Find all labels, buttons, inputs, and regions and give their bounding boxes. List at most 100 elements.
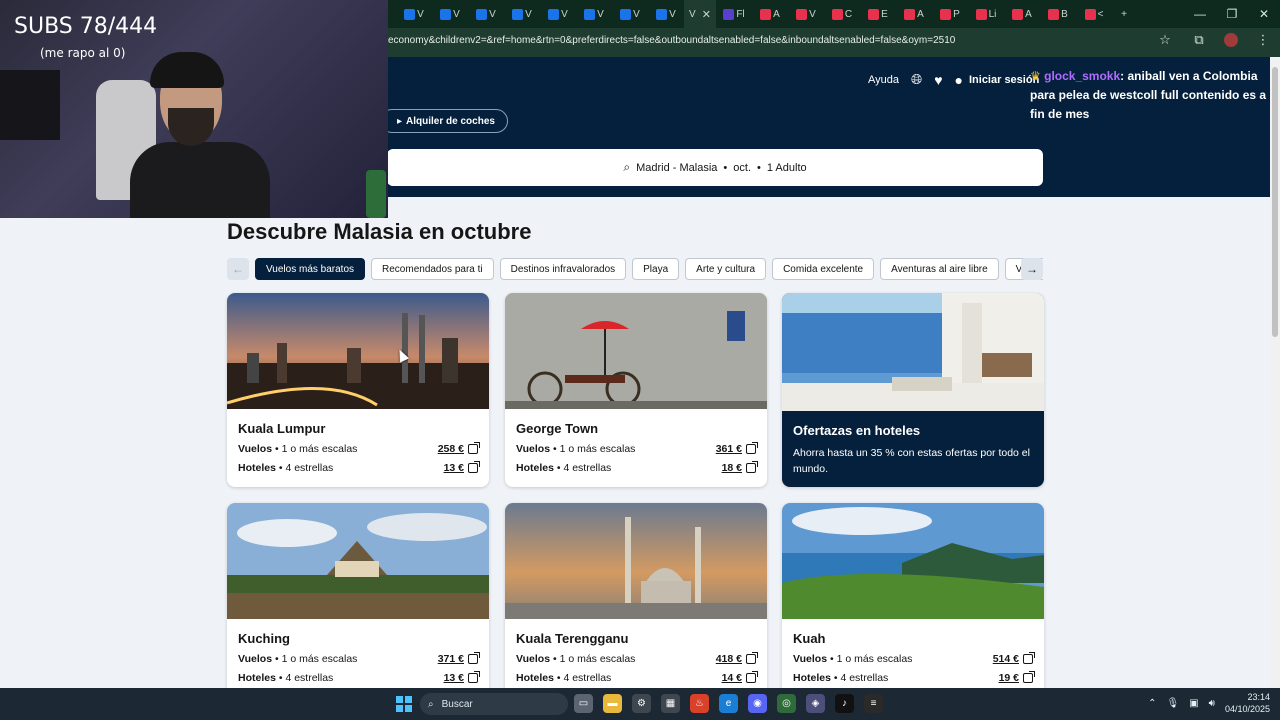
clock-date: 04/10/2025 (1224, 704, 1270, 714)
hotel-deals-title: Ofertazas en hoteles (793, 423, 921, 438)
chrome-icon[interactable]: ◎ (777, 694, 796, 713)
subs-note: (me rapo al 0) (40, 46, 126, 60)
browser-tab[interactable]: < (1076, 0, 1112, 28)
browser-tab[interactable]: V (468, 0, 504, 28)
close-icon[interactable]: ✕ (1248, 0, 1280, 28)
hotels-price-link[interactable]: 19 € (999, 671, 1035, 684)
hotels-label: Hoteles (793, 672, 831, 684)
minimize-icon[interactable]: — (1184, 0, 1216, 28)
hotels-detail: 4 estrellas (563, 462, 612, 474)
card-title: Kuala Terengganu (516, 631, 629, 646)
filter-chip[interactable]: Comida excelente (772, 258, 875, 280)
flights-price-link[interactable]: 514 € (993, 652, 1035, 665)
login-button[interactable]: ● Iniciar sesión (955, 72, 1040, 88)
tab-close-icon[interactable]: ✕ (702, 8, 711, 21)
new-tab-button[interactable]: + (1112, 0, 1136, 28)
extensions-icon[interactable]: ⧉ (1190, 32, 1208, 48)
edge-icon[interactable]: e (719, 694, 738, 713)
browser-tab[interactable]: V (396, 0, 432, 28)
profile-avatar[interactable] (1224, 33, 1238, 47)
browser-tab[interactable]: P (932, 0, 968, 28)
hotel-deals-card[interactable]: Ofertazas en hoteles Ahorra hasta un 35 … (782, 293, 1044, 487)
filter-chip[interactable]: Recomendados para ti (371, 258, 494, 280)
hotels-price-link[interactable]: 13 € (444, 461, 480, 474)
url-field[interactable]: economy&childrenv2=&ref=home&rtn=0&prefe… (388, 35, 955, 46)
hotels-price-link[interactable]: 14 € (722, 671, 758, 684)
flights-detail: 1 o más escalas (836, 653, 913, 665)
destination-card[interactable]: Kuala Lumpur Vuelos • 1 o más escalas 25… (227, 293, 489, 487)
browser-tab[interactable]: V (612, 0, 648, 28)
windows-start-icon[interactable] (396, 696, 412, 712)
browser-tab[interactable]: V (432, 0, 468, 28)
car-rental-tab[interactable]: ▸ Alquiler de coches (380, 109, 508, 133)
flights-price-link[interactable]: 258 € (438, 442, 480, 455)
browser-tab[interactable]: A (896, 0, 932, 28)
display-icon[interactable]: ▣ (1189, 698, 1198, 709)
tab-label: A (917, 8, 924, 20)
filter-chip[interactable]: Playa (632, 258, 680, 280)
hotels-price-link[interactable]: 18 € (722, 461, 758, 474)
restore-icon[interactable]: ❐ (1216, 0, 1248, 28)
settings-icon[interactable]: ⚙ (632, 694, 651, 713)
browser-tab[interactable]: A (1004, 0, 1040, 28)
flights-label: Vuelos (793, 653, 828, 665)
filter-chip[interactable]: Destinos infravalorados (499, 258, 627, 280)
menu-kebab-icon[interactable]: ⋮ (1254, 32, 1272, 48)
hotels-label: Hoteles (516, 672, 554, 684)
flights-label: Vuelos (516, 653, 551, 665)
browser-tab[interactable]: E (860, 0, 896, 28)
destination-card[interactable]: Kuah Vuelos • 1 o más escalas 514 € Hote… (782, 503, 1044, 697)
chips-prev-arrow[interactable]: ← (227, 258, 249, 280)
tab-favicon-icon (975, 8, 987, 20)
browser-tab[interactable]: V (504, 0, 540, 28)
hotels-price-link[interactable]: 13 € (444, 671, 480, 684)
task-view-icon[interactable]: ▭ (574, 694, 593, 713)
browser-tab[interactable]: V (576, 0, 612, 28)
flights-price-link[interactable]: 361 € (716, 442, 758, 455)
filter-chip[interactable]: Arte y cultura (685, 258, 767, 280)
taskbar-search[interactable]: ⌕ Buscar (420, 693, 568, 715)
browser-tab[interactable]: Li (968, 0, 1004, 28)
separator-dot: • (723, 161, 728, 174)
filter-chip[interactable]: Vuelos más baratos (255, 258, 366, 280)
file-explorer-icon[interactable]: ▬ (603, 694, 622, 713)
flights-price-link[interactable]: 418 € (716, 652, 758, 665)
browser-tab[interactable]: B (1040, 0, 1076, 28)
page-scrollbar[interactable] (1270, 57, 1280, 688)
heart-icon[interactable]: ♥ (934, 72, 942, 88)
destination-card[interactable]: Kuala Terengganu Vuelos • 1 o más escala… (505, 503, 767, 697)
browser-tab[interactable]: A (752, 0, 788, 28)
active-browser-tab[interactable]: V ✕ (684, 0, 716, 28)
browser-tab[interactable]: Fl (716, 0, 752, 28)
clock[interactable]: 23:14 04/10/2025 (1225, 691, 1270, 715)
chips-next-arrow[interactable]: → (1021, 258, 1043, 280)
volume-icon[interactable]: 🔊︎ (1209, 698, 1215, 709)
browser-tab[interactable]: V (648, 0, 684, 28)
filter-chips: ← Vuelos más baratos Recomendados para ti… (227, 258, 1043, 280)
store-icon[interactable]: ▦ (661, 694, 680, 713)
flame-app-icon[interactable]: ♨ (690, 694, 709, 713)
bookmark-star-icon[interactable]: ☆ (1156, 32, 1174, 48)
discord-icon[interactable]: ◉ (748, 694, 767, 713)
browser-tab[interactable]: V (540, 0, 576, 28)
hotels-label: Hoteles (516, 462, 554, 474)
microphone-icon[interactable]: 🎙︎ (1166, 698, 1179, 709)
tiktok-icon[interactable]: ♪ (835, 694, 854, 713)
terminal-icon[interactable]: ≡ (864, 694, 883, 713)
kuala-lumpur-image (227, 293, 489, 409)
search-route: Madrid - Malasia (636, 161, 718, 174)
browser-tab[interactable]: C (824, 0, 860, 28)
tab-favicon-icon (584, 8, 596, 20)
flights-price-link[interactable]: 371 € (438, 652, 480, 665)
tab-label: V (633, 8, 640, 20)
scrollbar-thumb[interactable] (1272, 67, 1278, 337)
filter-chip[interactable]: Aventuras al aire libre (880, 258, 999, 280)
destination-card[interactable]: George Town Vuelos • 1 o más escalas 361… (505, 293, 767, 487)
browser-tab[interactable]: V (788, 0, 824, 28)
destination-card[interactable]: Kuching Vuelos • 1 o más escalas 371 € H… (227, 503, 489, 697)
globe-icon[interactable]: 🌐︎ (911, 71, 922, 88)
chevron-up-icon[interactable]: ⌃ (1148, 698, 1156, 709)
game-app-icon[interactable]: ◈ (806, 694, 825, 713)
help-link[interactable]: Ayuda (868, 74, 899, 86)
search-summary-bar[interactable]: ⌕ Madrid - Malasia • oct. • 1 Adulto (387, 149, 1043, 186)
